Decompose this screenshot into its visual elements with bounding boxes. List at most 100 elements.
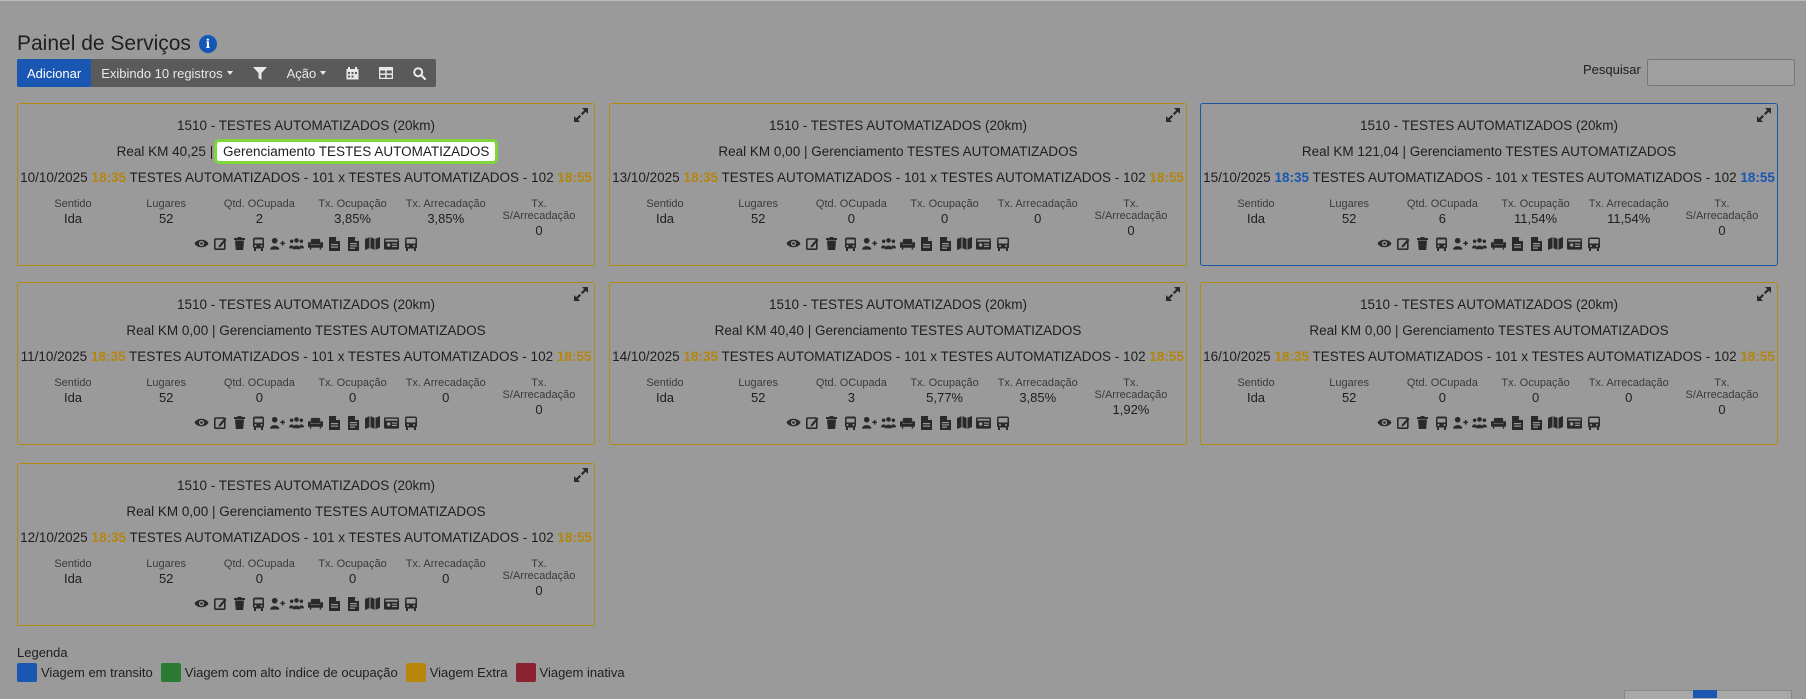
- document-icon[interactable]: [327, 415, 342, 430]
- bus-icon[interactable]: [1586, 415, 1601, 430]
- bus-front-icon[interactable]: [1434, 415, 1449, 430]
- map-icon[interactable]: [365, 596, 380, 611]
- document-alt-icon[interactable]: [1529, 415, 1544, 430]
- seats-icon[interactable]: [1491, 236, 1506, 251]
- id-card-icon[interactable]: [1567, 415, 1582, 430]
- document-alt-icon[interactable]: [346, 596, 361, 611]
- bus-icon[interactable]: [1586, 236, 1601, 251]
- document-icon[interactable]: [919, 236, 934, 251]
- view-icon[interactable]: [786, 415, 801, 430]
- view-icon[interactable]: [1377, 415, 1392, 430]
- seats-icon[interactable]: [900, 415, 915, 430]
- search-input[interactable]: [1647, 59, 1795, 86]
- add-passenger-icon[interactable]: [1453, 236, 1468, 251]
- service-card[interactable]: 1510 - TESTES AUTOMATIZADOS (20km) Real …: [17, 103, 595, 266]
- document-icon[interactable]: [327, 236, 342, 251]
- seats-icon[interactable]: [308, 596, 323, 611]
- passengers-icon[interactable]: [1472, 236, 1487, 251]
- add-passenger-icon[interactable]: [862, 236, 877, 251]
- add-passenger-icon[interactable]: [1453, 415, 1468, 430]
- table-view-button[interactable]: [369, 59, 403, 87]
- bus-icon[interactable]: [403, 415, 418, 430]
- edit-icon[interactable]: [213, 596, 228, 611]
- delete-icon[interactable]: [1415, 415, 1430, 430]
- document-icon[interactable]: [1510, 415, 1525, 430]
- map-icon[interactable]: [1548, 236, 1563, 251]
- passengers-icon[interactable]: [289, 236, 304, 251]
- delete-icon[interactable]: [232, 236, 247, 251]
- bus-front-icon[interactable]: [251, 236, 266, 251]
- bus-icon[interactable]: [403, 596, 418, 611]
- seats-icon[interactable]: [308, 236, 323, 251]
- document-alt-icon[interactable]: [938, 236, 953, 251]
- bus-front-icon[interactable]: [251, 596, 266, 611]
- map-icon[interactable]: [1548, 415, 1563, 430]
- view-icon[interactable]: [194, 236, 209, 251]
- delete-icon[interactable]: [232, 415, 247, 430]
- id-card-icon[interactable]: [1567, 236, 1582, 251]
- id-card-icon[interactable]: [976, 236, 991, 251]
- service-card[interactable]: 1510 - TESTES AUTOMATIZADOS (20km) Real …: [1200, 282, 1778, 445]
- edit-icon[interactable]: [1396, 415, 1411, 430]
- add-button[interactable]: Adicionar: [17, 59, 92, 87]
- action-dropdown[interactable]: Ação: [277, 59, 337, 87]
- search-button[interactable]: [403, 59, 436, 87]
- seats-icon[interactable]: [900, 236, 915, 251]
- edit-icon[interactable]: [213, 236, 228, 251]
- document-icon[interactable]: [1510, 236, 1525, 251]
- calendar-button[interactable]: [336, 59, 369, 87]
- management-link[interactable]: Gerenciamento TESTES AUTOMATIZADOS: [811, 144, 1077, 159]
- service-card[interactable]: 1510 - TESTES AUTOMATIZADOS (20km) Real …: [609, 282, 1187, 445]
- bus-icon[interactable]: [403, 236, 418, 251]
- add-passenger-icon[interactable]: [270, 596, 285, 611]
- passengers-icon[interactable]: [289, 415, 304, 430]
- view-icon[interactable]: [1377, 236, 1392, 251]
- bus-front-icon[interactable]: [251, 415, 266, 430]
- id-card-icon[interactable]: [384, 415, 399, 430]
- edit-icon[interactable]: [805, 236, 820, 251]
- map-icon[interactable]: [957, 236, 972, 251]
- info-icon[interactable]: i: [198, 35, 217, 53]
- edit-icon[interactable]: [805, 415, 820, 430]
- delete-icon[interactable]: [824, 415, 839, 430]
- edit-icon[interactable]: [1396, 236, 1411, 251]
- passengers-icon[interactable]: [881, 415, 896, 430]
- document-alt-icon[interactable]: [1529, 236, 1544, 251]
- bus-front-icon[interactable]: [843, 236, 858, 251]
- view-icon[interactable]: [194, 415, 209, 430]
- document-alt-icon[interactable]: [346, 415, 361, 430]
- management-link[interactable]: Gerenciamento TESTES AUTOMATIZADOS: [815, 323, 1081, 338]
- bus-icon[interactable]: [995, 415, 1010, 430]
- bus-front-icon[interactable]: [1434, 236, 1449, 251]
- management-link[interactable]: Gerenciamento TESTES AUTOMATIZADOS: [1410, 144, 1676, 159]
- edit-icon[interactable]: [213, 415, 228, 430]
- service-card[interactable]: 1510 - TESTES AUTOMATIZADOS (20km) Real …: [1200, 103, 1778, 266]
- delete-icon[interactable]: [232, 596, 247, 611]
- map-icon[interactable]: [365, 415, 380, 430]
- passengers-icon[interactable]: [1472, 415, 1487, 430]
- map-icon[interactable]: [957, 415, 972, 430]
- bus-front-icon[interactable]: [843, 415, 858, 430]
- id-card-icon[interactable]: [976, 415, 991, 430]
- service-card[interactable]: 1510 - TESTES AUTOMATIZADOS (20km) Real …: [609, 103, 1187, 266]
- view-icon[interactable]: [786, 236, 801, 251]
- document-alt-icon[interactable]: [938, 415, 953, 430]
- delete-icon[interactable]: [824, 236, 839, 251]
- delete-icon[interactable]: [1415, 236, 1430, 251]
- service-card[interactable]: 1510 - TESTES AUTOMATIZADOS (20km) Real …: [17, 282, 595, 445]
- records-dropdown[interactable]: Exibindo 10 registros: [91, 59, 242, 87]
- document-icon[interactable]: [327, 596, 342, 611]
- service-card[interactable]: 1510 - TESTES AUTOMATIZADOS (20km) Real …: [17, 463, 595, 626]
- add-passenger-icon[interactable]: [270, 415, 285, 430]
- add-passenger-icon[interactable]: [270, 236, 285, 251]
- document-icon[interactable]: [919, 415, 934, 430]
- management-link[interactable]: Gerenciamento TESTES AUTOMATIZADOS: [1402, 323, 1668, 338]
- view-icon[interactable]: [194, 596, 209, 611]
- management-link[interactable]: Gerenciamento TESTES AUTOMATIZADOS: [219, 504, 485, 519]
- filter-button[interactable]: [243, 59, 277, 87]
- document-alt-icon[interactable]: [346, 236, 361, 251]
- management-link[interactable]: Gerenciamento TESTES AUTOMATIZADOS: [213, 139, 499, 164]
- bus-icon[interactable]: [995, 236, 1010, 251]
- passengers-icon[interactable]: [289, 596, 304, 611]
- add-passenger-icon[interactable]: [862, 415, 877, 430]
